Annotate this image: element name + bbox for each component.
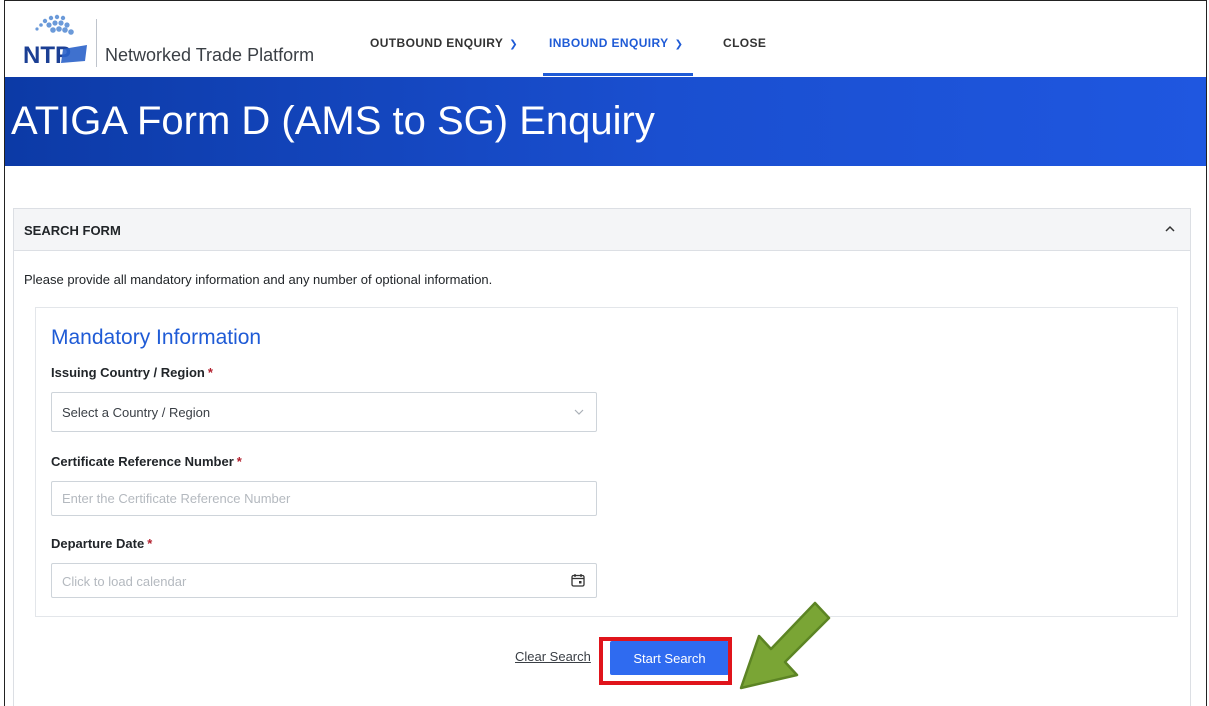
nav-inbound-enquiry[interactable]: INBOUND ENQUIRY ❯ bbox=[549, 36, 683, 50]
page-banner: ATIGA Form D (AMS to SG) Enquiry bbox=[5, 77, 1206, 166]
departure-date-placeholder: Click to load calendar bbox=[62, 574, 187, 589]
ntp-logo[interactable]: NTP bbox=[15, 11, 95, 71]
search-form-header[interactable]: SEARCH FORM bbox=[14, 209, 1190, 251]
nav-inbound-label: INBOUND ENQUIRY bbox=[549, 36, 669, 50]
top-navbar: NTP Networked Trade Platform OUTBOUND EN… bbox=[5, 1, 1206, 77]
nav-outbound-enquiry[interactable]: OUTBOUND ENQUIRY ❯ bbox=[370, 36, 518, 50]
issuing-country-select[interactable]: Select a Country / Region bbox=[51, 392, 597, 432]
issuing-country-selected-value: Select a Country / Region bbox=[62, 405, 211, 420]
active-tab-indicator bbox=[543, 73, 693, 76]
chevron-down-icon: ❯ bbox=[674, 39, 684, 50]
issuing-country-label: Issuing Country / Region * bbox=[51, 365, 213, 380]
app-frame: NTP Networked Trade Platform OUTBOUND EN… bbox=[4, 0, 1207, 706]
nav-close-label: CLOSE bbox=[723, 36, 767, 50]
mandatory-info-section: Mandatory Information Issuing Country / … bbox=[35, 307, 1178, 617]
search-form-card: SEARCH FORM Please provide all mandatory… bbox=[13, 208, 1191, 706]
chevron-down-icon: ❯ bbox=[509, 39, 519, 50]
chevron-up-icon[interactable] bbox=[1162, 221, 1178, 237]
required-mark: * bbox=[147, 536, 153, 551]
certificate-ref-label-text: Certificate Reference Number bbox=[51, 454, 234, 469]
certificate-ref-input[interactable] bbox=[51, 481, 597, 516]
page-title: ATIGA Form D (AMS to SG) Enquiry bbox=[11, 99, 655, 143]
calendar-icon[interactable] bbox=[570, 572, 586, 588]
search-form-title: SEARCH FORM bbox=[24, 223, 121, 238]
nav-close[interactable]: CLOSE bbox=[723, 36, 766, 50]
start-search-button[interactable]: Start Search bbox=[610, 641, 729, 675]
issuing-country-label-text: Issuing Country / Region bbox=[51, 365, 205, 380]
departure-date-label: Departure Date * bbox=[51, 536, 152, 551]
required-mark: * bbox=[236, 454, 242, 469]
departure-date-label-text: Departure Date bbox=[51, 536, 145, 551]
departure-date-picker[interactable]: Click to load calendar bbox=[51, 563, 597, 598]
nav-outbound-label: OUTBOUND ENQUIRY bbox=[370, 36, 504, 50]
form-instruction: Please provide all mandatory information… bbox=[24, 272, 493, 287]
certificate-ref-label: Certificate Reference Number * bbox=[51, 454, 242, 469]
chevron-down-icon bbox=[574, 409, 584, 415]
logo-divider bbox=[96, 19, 97, 67]
section-title: Mandatory Information bbox=[51, 326, 262, 349]
clear-search-link[interactable]: Clear Search bbox=[515, 649, 591, 664]
brand-name: Networked Trade Platform bbox=[105, 45, 315, 65]
required-mark: * bbox=[207, 365, 213, 380]
